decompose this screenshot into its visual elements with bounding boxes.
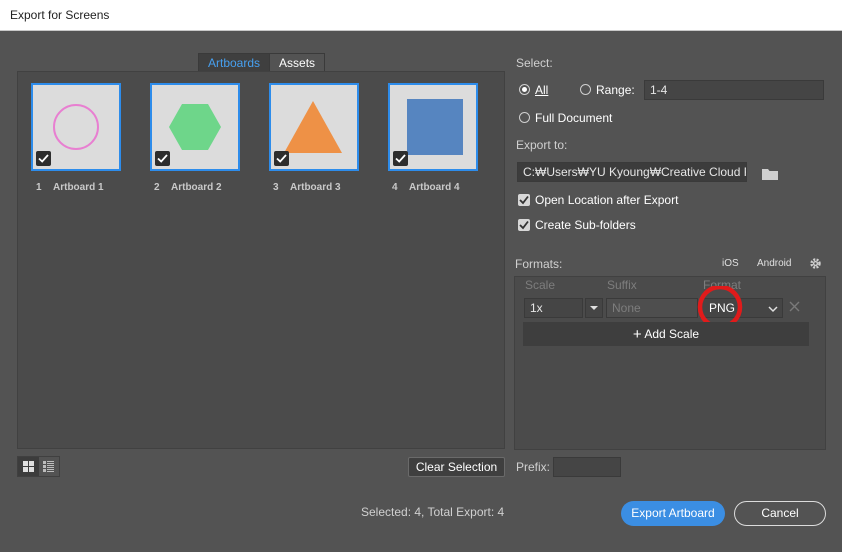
- prefix-input[interactable]: [553, 457, 621, 477]
- artboard-name: Artboard 1: [53, 182, 104, 193]
- artboard-label-4: 4 Artboard 4: [392, 182, 460, 193]
- list-view-button[interactable]: [39, 457, 60, 476]
- export-path-input[interactable]: C:₩Users₩YU Kyoung₩Creative Cloud F: [517, 162, 747, 182]
- add-scale-label: Add Scale: [644, 327, 700, 341]
- cancel-button[interactable]: Cancel: [734, 501, 826, 526]
- artboard-number: 1: [36, 182, 42, 193]
- artboard-number: 4: [392, 182, 398, 193]
- open-location-label[interactable]: Open Location after Export: [535, 193, 678, 207]
- artboard-number: 2: [154, 182, 160, 193]
- all-radio[interactable]: [519, 84, 530, 95]
- window-title: Export for Screens: [10, 8, 110, 22]
- tab-assets[interactable]: Assets: [270, 53, 326, 72]
- artboard-thumbnail-2[interactable]: [150, 83, 240, 171]
- scale-dropdown-button[interactable]: [585, 298, 603, 318]
- full-document-radio[interactable]: [519, 112, 530, 123]
- scale-column-header: Scale: [525, 278, 556, 292]
- artboard-checkbox-4[interactable]: [393, 151, 408, 166]
- artboard-thumbnail-3[interactable]: [269, 83, 359, 171]
- artboard-label-3: 3 Artboard 3: [273, 182, 341, 193]
- grid-icon: [22, 461, 34, 472]
- view-toggle: [17, 456, 60, 477]
- plus-icon: +: [632, 326, 642, 343]
- formats-label: Formats:: [515, 257, 563, 271]
- export-dialog: Artboards Assets 1 Artboard 1 2 Artboard 2: [0, 31, 842, 552]
- scale-input[interactable]: 1x: [524, 298, 583, 318]
- checkmark-icon: [395, 154, 406, 163]
- ios-preset-button[interactable]: iOS: [722, 258, 739, 269]
- grid-view-button[interactable]: [18, 457, 39, 476]
- export-to-label: Export to:: [516, 138, 568, 152]
- create-subfolders-checkbox[interactable]: [518, 219, 530, 231]
- artboard-checkbox-2[interactable]: [155, 151, 170, 166]
- artboard-number: 3: [273, 182, 279, 193]
- export-status: Selected: 4, Total Export: 4: [361, 505, 505, 519]
- close-icon: [789, 301, 800, 312]
- artboard-label-1: 1 Artboard 1: [36, 182, 104, 193]
- checkmark-icon: [157, 154, 168, 163]
- artboard-name: Artboard 3: [290, 182, 341, 193]
- full-document-label[interactable]: Full Document: [535, 111, 612, 125]
- gear-icon: [810, 258, 821, 269]
- range-radio[interactable]: [580, 84, 591, 95]
- checkmark-icon: [519, 220, 529, 230]
- prefix-label: Prefix:: [516, 460, 551, 474]
- artboard-name: Artboard 2: [171, 182, 222, 193]
- checkmark-icon: [38, 154, 49, 163]
- artboard-checkbox-3[interactable]: [274, 151, 289, 166]
- select-label: Select:: [516, 56, 553, 70]
- artboard-label-2: 2 Artboard 2: [154, 182, 222, 193]
- checkmark-icon: [276, 154, 287, 163]
- chevron-down-icon: [768, 306, 778, 313]
- range-input[interactable]: 1-4: [644, 80, 824, 100]
- format-settings-button[interactable]: [809, 257, 822, 273]
- android-preset-button[interactable]: Android: [757, 258, 791, 269]
- add-scale-button[interactable]: + Add Scale: [523, 322, 809, 346]
- title-bar: Export for Screens: [0, 0, 842, 31]
- artboard-thumbnail-4[interactable]: [388, 83, 478, 171]
- tab-artboards[interactable]: Artboards: [198, 53, 271, 72]
- view-tabs: Artboards Assets: [198, 53, 326, 72]
- checkmark-icon: [519, 195, 529, 205]
- open-location-checkbox[interactable]: [518, 194, 530, 206]
- export-artboard-button[interactable]: Export Artboard: [621, 501, 725, 526]
- folder-icon: [762, 169, 778, 180]
- folder-button[interactable]: [762, 168, 778, 183]
- create-subfolders-label[interactable]: Create Sub-folders: [535, 218, 636, 232]
- artboards-panel: 1 Artboard 1 2 Artboard 2 3 Artboard 3 4…: [17, 71, 505, 449]
- artboard-checkbox-1[interactable]: [36, 151, 51, 166]
- chevron-down-icon: [590, 306, 598, 310]
- artboard-thumbnail-1[interactable]: [31, 83, 121, 171]
- list-icon: [43, 461, 55, 472]
- all-label[interactable]: All: [535, 83, 548, 97]
- range-label[interactable]: Range:: [596, 83, 635, 97]
- suffix-column-header: Suffix: [607, 278, 637, 292]
- remove-scale-button[interactable]: [789, 301, 800, 315]
- clear-selection-button[interactable]: Clear Selection: [408, 457, 505, 477]
- suffix-input[interactable]: None: [606, 298, 698, 318]
- artboard-name: Artboard 4: [409, 182, 460, 193]
